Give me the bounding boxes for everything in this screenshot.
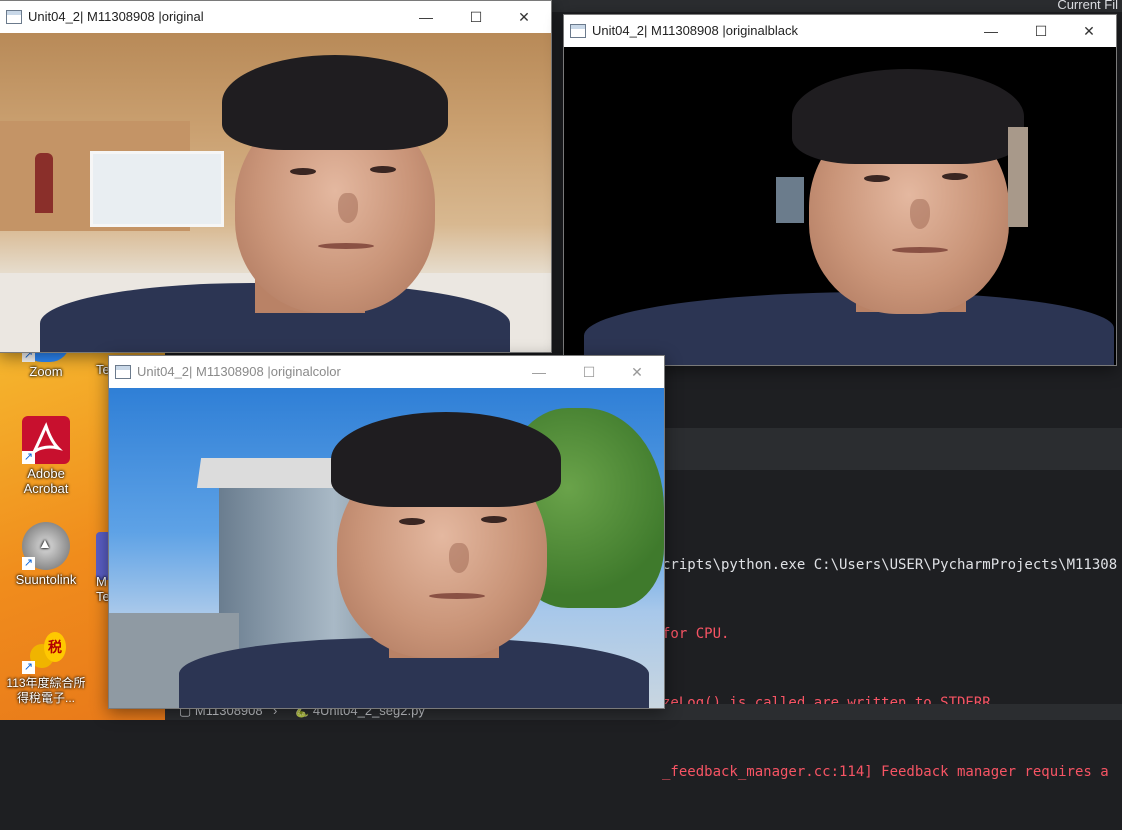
console-line: _feedback_manager.cc:114] Feedback manag… [662, 764, 1109, 780]
nose [910, 199, 930, 229]
acrobat-icon: ↗ [22, 416, 70, 464]
shortcut-arrow-icon: ↗ [22, 661, 35, 674]
shortcut-arrow-icon: ↗ [22, 557, 35, 570]
hair [331, 412, 561, 507]
desktop-icon-label: Zoom [29, 364, 63, 379]
window-original[interactable]: Unit04_2| M11308908 |original — ☐ ✕ [0, 0, 552, 353]
camera-frame-original [0, 33, 551, 352]
background-fragment [1008, 127, 1028, 227]
ide-toolbar: Current Fil [550, 0, 1122, 12]
close-button[interactable]: ✕ [614, 356, 660, 388]
titlebar[interactable]: Unit04_2| M11308908 |original — ☐ ✕ [0, 1, 551, 33]
desktop-icon-label: 113年度綜合所得稅電子... [6, 676, 86, 705]
eye [481, 516, 507, 523]
shortcut-arrow-icon: ↗ [22, 451, 35, 464]
window-originalblack[interactable]: Unit04_2| M11308908 |originalblack — ☐ ✕ [563, 14, 1117, 366]
minimize-button[interactable]: — [516, 356, 562, 388]
mouth [892, 247, 948, 253]
window-app-icon [115, 365, 131, 379]
current-file-label[interactable]: Current Fil [1057, 0, 1118, 12]
trophy [35, 153, 53, 213]
hair [222, 55, 448, 150]
desktop-icon-label: Suuntolink [15, 572, 77, 587]
suuntolink-icon: ▲ ↗ [22, 522, 70, 570]
mouth [429, 593, 485, 599]
window-title: Unit04_2| M11308908 |originalcolor [137, 364, 341, 379]
window-app-icon [6, 10, 22, 24]
console-line: for CPU. [662, 626, 730, 642]
run-console: cripts\python.exe C:\Users\USER\PycharmP… [662, 508, 1122, 830]
window-title: Unit04_2| M11308908 |original [28, 9, 204, 24]
window-title: Unit04_2| M11308908 |originalblack [592, 23, 798, 38]
console-line: cripts\python.exe C:\Users\USER\PycharmP… [662, 557, 1118, 573]
ide-panel-header [660, 428, 1122, 470]
building-roof [196, 458, 352, 488]
titlebar[interactable]: Unit04_2| M11308908 |originalblack — ☐ ✕ [564, 15, 1116, 47]
segmented-frame-black [564, 47, 1116, 365]
maximize-button[interactable]: ☐ [566, 356, 612, 388]
desktop-icon-acrobat[interactable]: ↗ Adobe Acrobat [6, 416, 86, 496]
desktop-icon-tax[interactable]: 税 ↗ 113年度綜合所得稅電子... [6, 626, 86, 706]
desktop-icon-suuntolink[interactable]: ▲ ↗ Suuntolink [6, 522, 86, 587]
display-shelf [90, 151, 224, 227]
eye [399, 518, 425, 525]
eye [942, 173, 968, 180]
eye [290, 168, 316, 175]
eye [370, 166, 396, 173]
maximize-button[interactable]: ☐ [453, 1, 499, 33]
minimize-button[interactable]: — [403, 1, 449, 33]
eye [864, 175, 890, 182]
minimize-button[interactable]: — [968, 15, 1014, 47]
tax-coins-icon: 税 ↗ [22, 626, 70, 674]
close-button[interactable]: ✕ [501, 1, 547, 33]
desktop-icon-label: Adobe Acrobat [23, 466, 69, 496]
mouth [318, 243, 374, 249]
close-button[interactable]: ✕ [1066, 15, 1112, 47]
window-app-icon [570, 24, 586, 38]
nose [338, 193, 358, 223]
nose [449, 543, 469, 573]
segmented-frame-color [109, 388, 664, 708]
hair [792, 69, 1024, 164]
background-fragment [776, 177, 804, 223]
maximize-button[interactable]: ☐ [1018, 15, 1064, 47]
titlebar[interactable]: Unit04_2| M11308908 |originalcolor — ☐ ✕ [109, 356, 664, 388]
window-originalcolor[interactable]: Unit04_2| M11308908 |originalcolor — ☐ ✕ [108, 355, 665, 709]
triangle-icon: ▲ [38, 535, 52, 551]
